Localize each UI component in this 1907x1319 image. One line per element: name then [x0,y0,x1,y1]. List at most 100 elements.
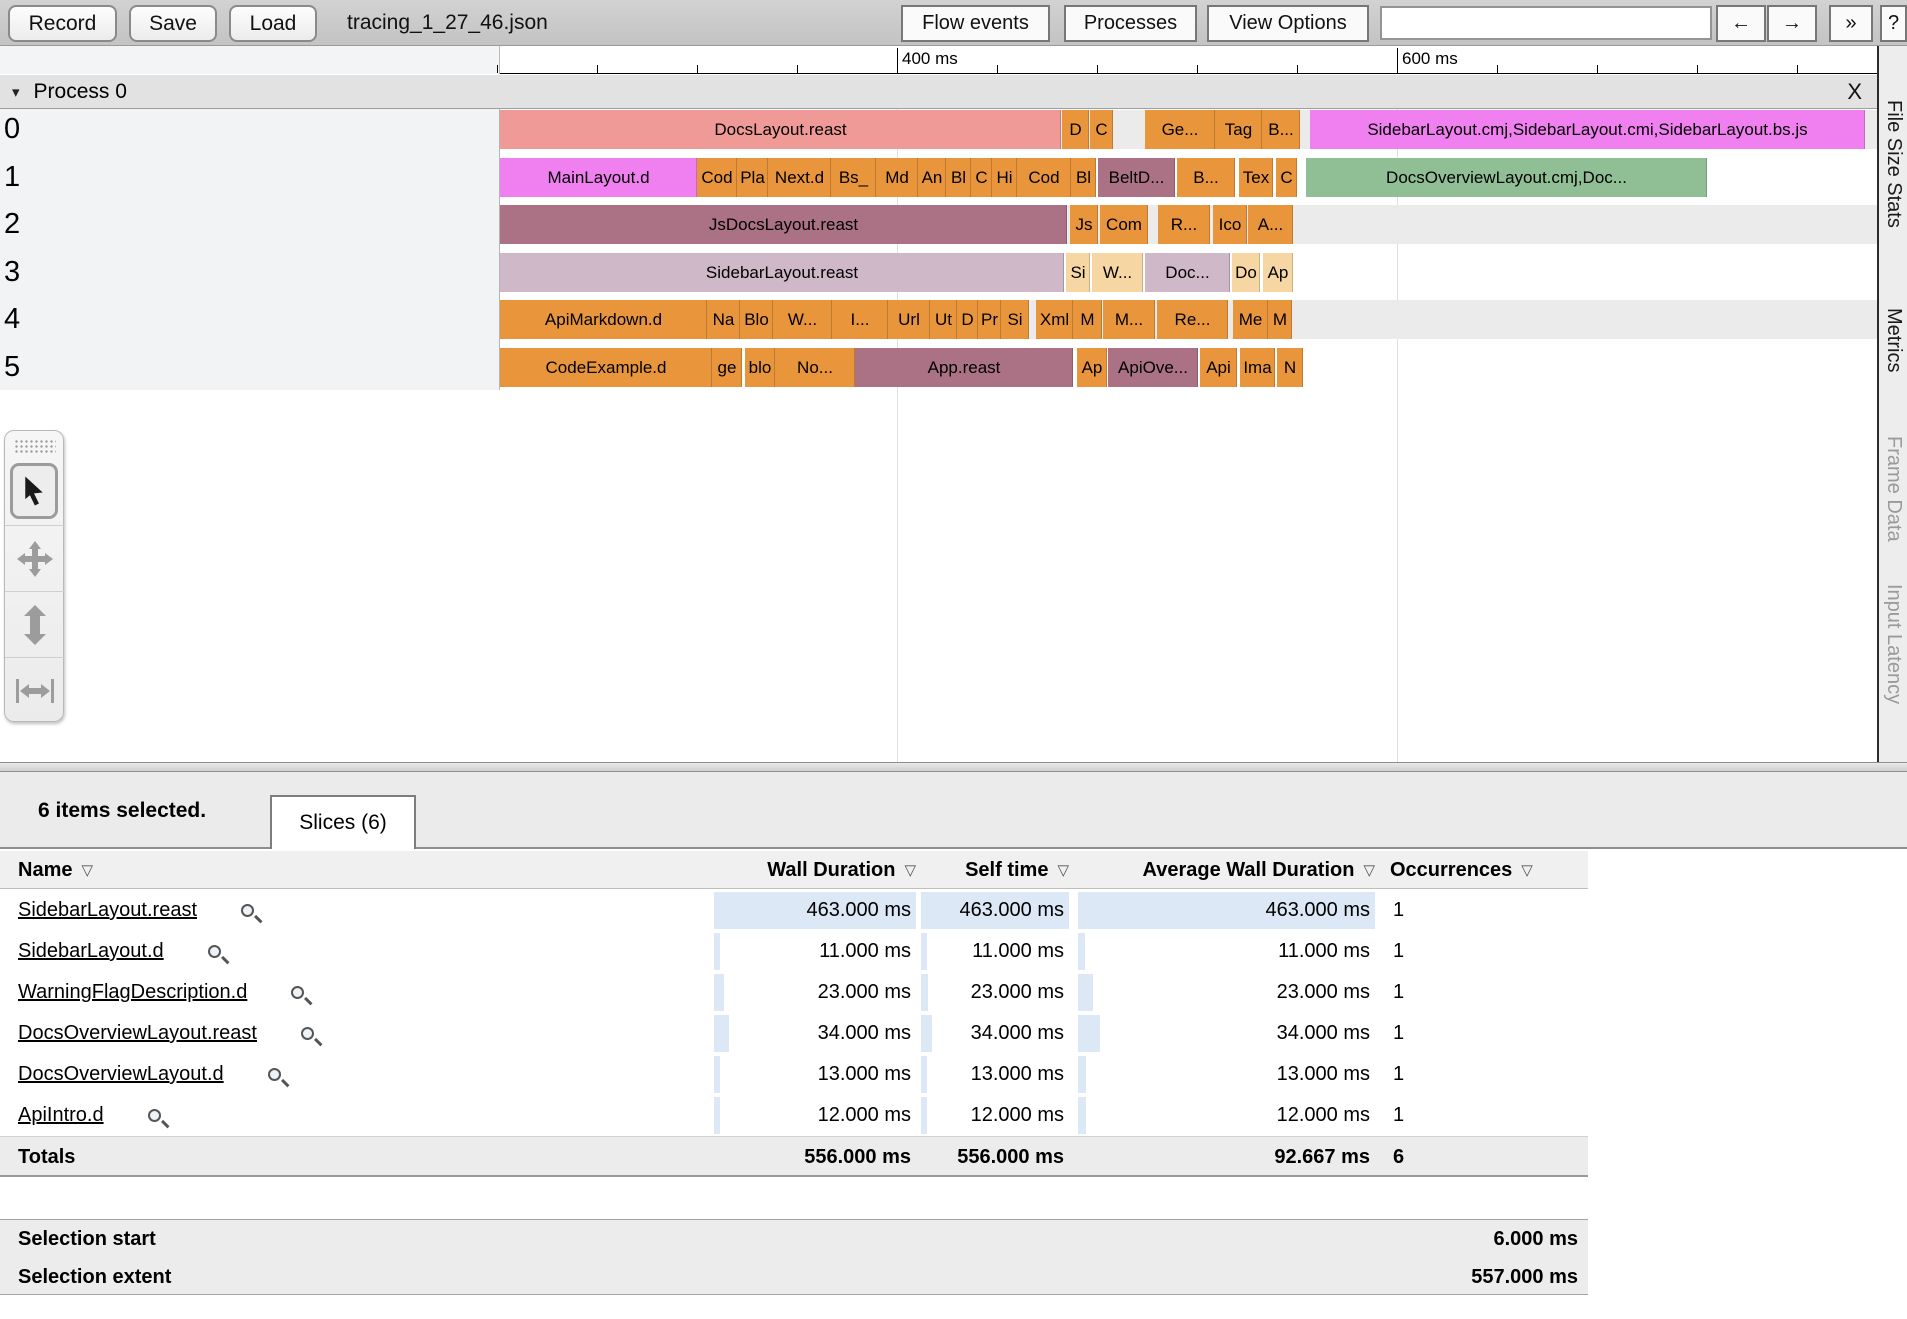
find-next-button[interactable]: → [1767,5,1817,42]
slice-name-link[interactable]: ApiIntro.d [18,1104,104,1127]
trace-slice[interactable]: Tag [1215,110,1262,149]
collapse-caret-icon[interactable]: ▾ [12,83,20,101]
trace-slice[interactable]: B... [1262,110,1300,149]
sidebar-tab-frame-data[interactable]: Frame Data [1882,436,1905,542]
timeline-track-area[interactable]: 0 DocsLayout.reast D C Ge... Tag B... SidebarLa… [0,109,1884,762]
trace-slice[interactable]: ApiOve... [1108,348,1198,387]
help-button[interactable]: ? [1880,5,1907,42]
record-button[interactable]: Record [8,5,117,42]
magnifier-icon[interactable] [291,986,305,999]
palette-grip-handle[interactable] [14,439,56,455]
trace-slice[interactable]: MainLayout.d [500,158,697,197]
slice-name-link[interactable]: WarningFlagDescription.d [18,981,247,1004]
trace-slice[interactable]: C [1276,158,1297,197]
slice-name-link[interactable]: SidebarLayout.d [18,940,164,963]
more-options-button[interactable]: » [1829,5,1873,42]
trace-slice[interactable]: Api [1200,348,1237,387]
flow-events-button[interactable]: Flow events [901,5,1050,42]
sidebar-tab-file-size-stats[interactable]: File Size Stats [1882,100,1905,228]
trace-slice[interactable]: Cod [697,158,737,197]
column-header-occurrences[interactable]: Occurrences ▽ [1390,851,1533,889]
table-row[interactable]: SidebarLayout.reast 463.000 ms 463.000 ms 4… [0,890,1588,931]
trace-slice[interactable]: Pr [978,300,1001,339]
sort-icon[interactable]: ▽ [904,861,916,879]
panel-splitter[interactable] [0,762,1907,772]
trace-slice[interactable]: App.reast [855,348,1073,387]
magnifier-icon[interactable] [241,904,255,917]
trace-slice[interactable]: Ge... [1145,110,1215,149]
trace-slice[interactable]: SidebarLayout.reast [500,253,1064,292]
trace-slice[interactable]: Ico [1213,205,1247,244]
magnifier-icon[interactable] [267,1068,281,1081]
trace-slice[interactable]: Re... [1157,300,1228,339]
table-row[interactable]: ApiIntro.d 12.000 ms 12.000 ms 12.000 ms 1 [0,1095,1588,1136]
trace-slice[interactable]: C [1090,110,1113,149]
trace-slice[interactable]: Ap [1263,253,1293,292]
magnifier-icon[interactable] [300,1027,314,1040]
trace-slice[interactable]: Blo [740,300,773,339]
slice-name-link[interactable]: DocsOverviewLayout.d [18,1063,224,1086]
trace-slice[interactable]: Doc... [1145,253,1230,292]
trace-slice[interactable]: R... [1158,205,1210,244]
sort-icon[interactable]: ▽ [1057,861,1069,879]
sort-icon[interactable]: ▽ [1521,861,1533,879]
trace-slice[interactable]: Url [888,300,930,339]
trace-slice[interactable]: Pla [737,158,768,197]
trace-slice[interactable]: N [1277,348,1303,387]
trace-slice[interactable]: A... [1248,205,1293,244]
process-header[interactable]: ▾ Process 0 X [0,75,1884,109]
trace-slice[interactable]: blo [745,348,775,387]
mode-tool-palette[interactable] [4,430,65,723]
trace-slice[interactable]: M [1268,300,1292,339]
trace-slice[interactable]: Md [876,158,918,197]
trace-slice[interactable]: W... [1092,253,1143,292]
trace-slice[interactable]: ApiMarkdown.d [500,300,707,339]
trace-slice[interactable]: M [1073,300,1102,339]
trace-slice[interactable]: Hi [992,158,1017,197]
trace-slice[interactable]: Na [707,300,740,339]
slice-name-link[interactable]: DocsOverviewLayout.reast [18,1022,257,1045]
trace-slice[interactable]: D [1062,110,1089,149]
trace-slice[interactable]: Si [1001,300,1029,339]
trace-slice[interactable]: M... [1103,300,1155,339]
trace-slice[interactable]: Si [1066,253,1090,292]
table-row[interactable]: SidebarLayout.d 11.000 ms 11.000 ms 11.000 … [0,931,1588,972]
trace-slice[interactable]: Js [1070,205,1098,244]
column-header-average-wall-duration[interactable]: Average Wall Duration ▽ [1078,851,1375,889]
column-header-wall-duration[interactable]: Wall Duration ▽ [714,851,916,889]
tab-slices[interactable]: Slices (6) [270,795,416,849]
sidebar-tab-metrics[interactable]: Metrics [1882,308,1905,372]
find-previous-button[interactable]: ← [1716,5,1766,42]
view-options-button[interactable]: View Options [1207,5,1369,42]
table-row[interactable]: DocsOverviewLayout.d 13.000 ms 13.000 ms 13… [0,1054,1588,1095]
close-process-button[interactable]: X [1847,79,1862,105]
slice-name-link[interactable]: SidebarLayout.reast [18,899,197,922]
save-button[interactable]: Save [129,5,217,42]
trace-slice[interactable]: DocsLayout.reast [500,110,1061,149]
search-input[interactable] [1380,6,1712,40]
trace-slice[interactable]: Cod [1017,158,1071,197]
trace-slice[interactable]: Bs_ [831,158,876,197]
sidebar-tab-input-latency[interactable]: Input Latency [1882,584,1905,704]
column-header-self-time[interactable]: Self time ▽ [921,851,1069,889]
trace-slice[interactable]: Bl [946,158,971,197]
trace-slice[interactable]: ge [712,348,742,387]
trace-slice[interactable]: W... [773,300,832,339]
trace-slice[interactable]: SidebarLayout.cmj,SidebarLayout.cmi,Side… [1310,110,1865,149]
sort-icon[interactable]: ▽ [1363,861,1375,879]
trace-slice[interactable]: Do [1232,253,1260,292]
trace-slice[interactable]: Me [1233,300,1268,339]
trace-slice[interactable]: Next.d [768,158,831,197]
magnifier-icon[interactable] [207,945,221,958]
trace-slice[interactable]: Xml [1036,300,1073,339]
trace-slice[interactable]: D [957,300,978,339]
trace-slice[interactable]: C [971,158,992,197]
processes-button[interactable]: Processes [1064,5,1197,42]
trace-slice[interactable]: No... [775,348,855,387]
timing-span-tool-button[interactable] [5,657,65,723]
trace-slice[interactable]: Bl [1071,158,1096,197]
pan-tool-button[interactable] [5,525,65,591]
trace-slice[interactable]: Com [1100,205,1148,244]
time-ruler[interactable]: 400 ms 600 ms [0,46,1907,74]
trace-slice[interactable]: B... [1177,158,1235,197]
